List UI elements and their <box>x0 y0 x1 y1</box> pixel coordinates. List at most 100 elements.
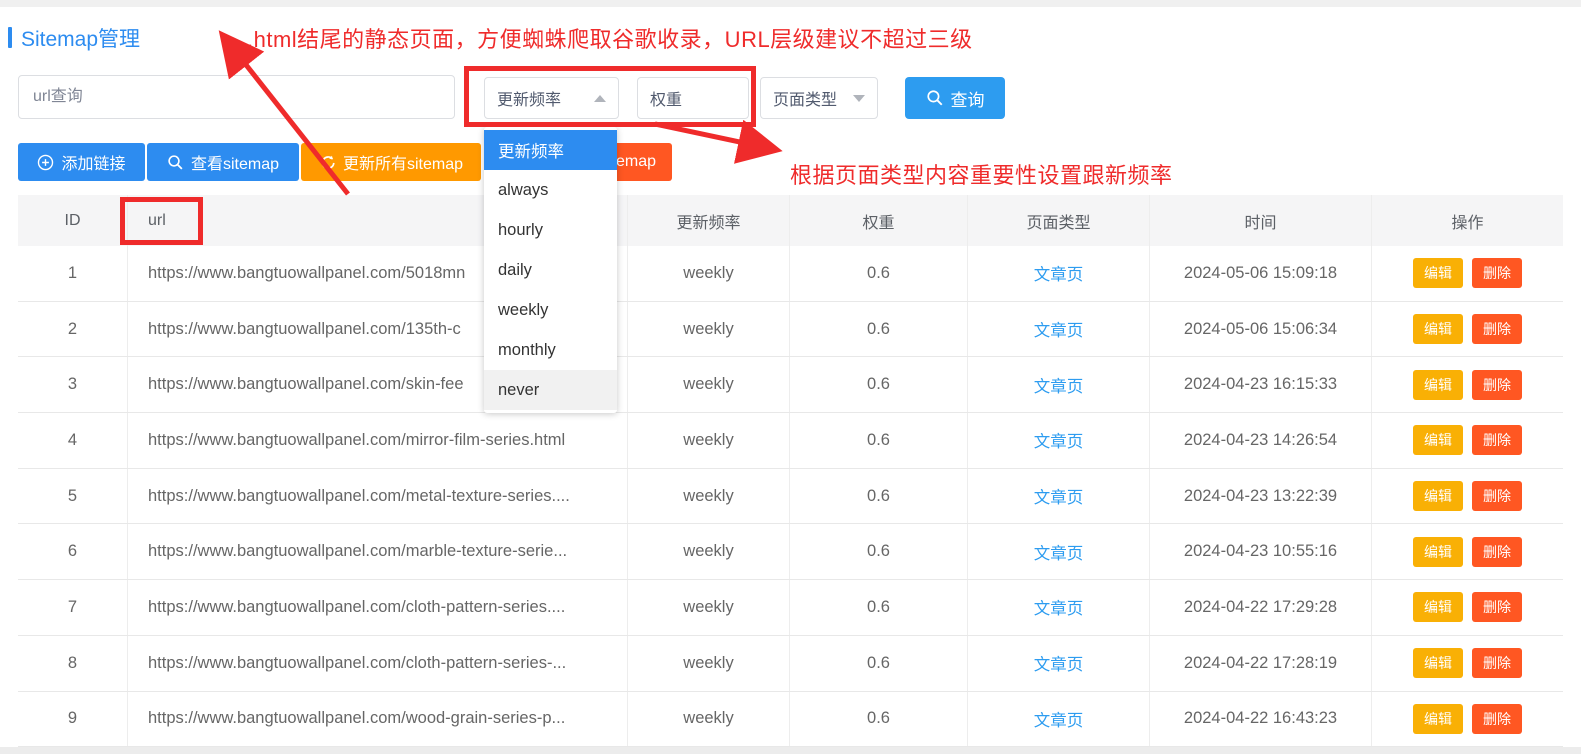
cell-time: 2024-04-23 14:26:54 <box>1150 413 1372 468</box>
cell-url: https://www.bangtuowallpanel.com/cloth-p… <box>128 636 628 691</box>
pagetype-link[interactable]: 文章页 <box>1034 261 1084 285</box>
view-sitemap-button[interactable]: 查看sitemap <box>147 143 299 181</box>
add-link-label: 添加链接 <box>61 150 125 174</box>
cell-actions: 编辑删除 <box>1372 302 1563 357</box>
pagetype-link[interactable]: 文章页 <box>1034 707 1084 731</box>
search-icon <box>167 154 184 171</box>
cell-actions: 编辑删除 <box>1372 524 1563 579</box>
pagetype-link[interactable]: 文章页 <box>1034 317 1084 341</box>
update-all-label: 更新所有sitemap <box>343 150 463 174</box>
cell-url: https://www.bangtuowallpanel.com/wood-gr… <box>128 692 628 747</box>
table-row: 9https://www.bangtuowallpanel.com/wood-g… <box>18 692 1563 748</box>
cell-pagetype: 文章页 <box>968 413 1150 468</box>
dropdown-option-weekly[interactable]: weekly <box>484 290 617 330</box>
cell-weight: 0.6 <box>790 246 968 301</box>
page-title: Sitemap管理 <box>21 23 140 53</box>
query-button-label: 查询 <box>951 86 985 111</box>
delete-button[interactable]: 删除 <box>1472 537 1522 567</box>
cell-frequency: weekly <box>628 302 790 357</box>
search-icon <box>926 89 944 107</box>
edit-button[interactable]: 编辑 <box>1413 314 1463 344</box>
pagetype-link[interactable]: 文章页 <box>1034 595 1084 619</box>
cell-weight: 0.6 <box>790 524 968 579</box>
cell-url: https://www.bangtuowallpanel.com/marble-… <box>128 524 628 579</box>
dropdown-option-hourly[interactable]: hourly <box>484 210 617 250</box>
cell-actions: 编辑删除 <box>1372 357 1563 412</box>
url-search-input[interactable] <box>18 75 455 119</box>
edit-button[interactable]: 编辑 <box>1413 537 1463 567</box>
column-header-5: 时间 <box>1150 195 1372 246</box>
edit-button[interactable]: 编辑 <box>1413 370 1463 400</box>
cell-url: https://www.bangtuowallpanel.com/cloth-p… <box>128 580 628 635</box>
pagetype-link[interactable]: 文章页 <box>1034 540 1084 564</box>
table-row: 5https://www.bangtuowallpanel.com/metal-… <box>18 469 1563 525</box>
page-top-strip <box>0 0 1581 7</box>
dropdown-option-更新频率[interactable]: 更新频率 <box>484 130 617 170</box>
pagetype-link[interactable]: 文章页 <box>1034 373 1084 397</box>
cell-id: 3 <box>18 357 128 412</box>
table-row: 6https://www.bangtuowallpanel.com/marble… <box>18 524 1563 580</box>
edit-button[interactable]: 编辑 <box>1413 704 1463 734</box>
edit-button[interactable]: 编辑 <box>1413 648 1463 678</box>
cell-time: 2024-05-06 15:06:34 <box>1150 302 1372 357</box>
pagetype-select-label: 页面类型 <box>773 86 837 110</box>
table-row: 8https://www.bangtuowallpanel.com/cloth-… <box>18 636 1563 692</box>
dropdown-option-monthly[interactable]: monthly <box>484 330 617 370</box>
cell-weight: 0.6 <box>790 692 968 747</box>
update-all-sitemap-button[interactable]: 更新所有sitemap <box>301 143 481 181</box>
delete-button[interactable]: 删除 <box>1472 258 1522 288</box>
frequency-dropdown: 更新频率alwayshourlydailyweeklymonthlynever <box>484 127 617 413</box>
table-row: 7https://www.bangtuowallpanel.com/cloth-… <box>18 580 1563 636</box>
cell-id: 9 <box>18 692 128 747</box>
cell-actions: 编辑删除 <box>1372 246 1563 301</box>
delete-button[interactable]: 删除 <box>1472 481 1522 511</box>
sitemap-admin-page: Sitemap管理 .html结尾的静态页面，方便蜘蛛爬取谷歌收录，URL层级建… <box>0 0 1581 754</box>
column-header-6: 操作 <box>1372 195 1563 246</box>
table-row: 1https://www.bangtuowallpanel.com/5018mn… <box>18 246 1563 302</box>
delete-button[interactable]: 删除 <box>1472 592 1522 622</box>
cell-weight: 0.6 <box>790 302 968 357</box>
cell-time: 2024-05-06 15:09:18 <box>1150 246 1372 301</box>
cell-id: 7 <box>18 580 128 635</box>
cell-time: 2024-04-22 17:29:28 <box>1150 580 1372 635</box>
delete-button[interactable]: 删除 <box>1472 370 1522 400</box>
pagetype-link[interactable]: 文章页 <box>1034 651 1084 675</box>
delete-button[interactable]: 删除 <box>1472 704 1522 734</box>
delete-button[interactable]: 删除 <box>1472 425 1522 455</box>
cell-pagetype: 文章页 <box>968 357 1150 412</box>
cell-weight: 0.6 <box>790 580 968 635</box>
cell-pagetype: 文章页 <box>968 302 1150 357</box>
cell-id: 2 <box>18 302 128 357</box>
delete-button[interactable]: 删除 <box>1472 314 1522 344</box>
add-link-button[interactable]: 添加链接 <box>18 143 145 181</box>
dropdown-option-daily[interactable]: daily <box>484 250 617 290</box>
sitemap-table: IDurl更新频率权重页面类型时间操作 1https://www.bangtuo… <box>18 195 1563 747</box>
cell-actions: 编辑删除 <box>1372 413 1563 468</box>
edit-button[interactable]: 编辑 <box>1413 425 1463 455</box>
cell-pagetype: 文章页 <box>968 469 1150 524</box>
pagetype-link[interactable]: 文章页 <box>1034 484 1084 508</box>
edit-button[interactable]: 编辑 <box>1413 592 1463 622</box>
dropdown-option-always[interactable]: always <box>484 170 617 210</box>
cell-frequency: weekly <box>628 636 790 691</box>
cell-url: https://www.bangtuowallpanel.com/mirror-… <box>128 413 628 468</box>
pagetype-link[interactable]: 文章页 <box>1034 428 1084 452</box>
table-row: 3https://www.bangtuowallpanel.com/skin-f… <box>18 357 1563 413</box>
query-button[interactable]: 查询 <box>905 77 1005 119</box>
cell-weight: 0.6 <box>790 469 968 524</box>
cell-actions: 编辑删除 <box>1372 692 1563 747</box>
edit-button[interactable]: 编辑 <box>1413 481 1463 511</box>
annotation-right: 根据页面类型内容重要性设置跟新频率 <box>790 158 1173 190</box>
pagetype-select[interactable]: 页面类型 <box>760 77 878 119</box>
cell-actions: 编辑删除 <box>1372 636 1563 691</box>
cell-actions: 编辑删除 <box>1372 469 1563 524</box>
edit-button[interactable]: 编辑 <box>1413 258 1463 288</box>
dropdown-option-never[interactable]: never <box>484 370 617 410</box>
annotation-top: .html结尾的静态页面，方便蜘蛛爬取谷歌收录，URL层级建议不超过三级 <box>247 22 973 54</box>
column-header-2: 更新频率 <box>628 195 790 246</box>
cell-pagetype: 文章页 <box>968 636 1150 691</box>
delete-button[interactable]: 删除 <box>1472 648 1522 678</box>
cell-frequency: weekly <box>628 524 790 579</box>
table-row: 2https://www.bangtuowallpanel.com/135th-… <box>18 302 1563 358</box>
plus-circle-icon <box>37 154 54 171</box>
